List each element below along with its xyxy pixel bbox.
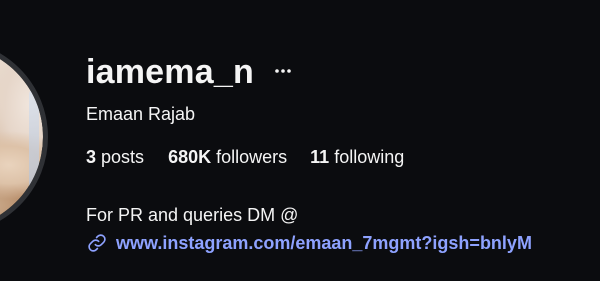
more-horizontal-icon <box>275 69 291 73</box>
profile-full-name: Emaan Rajab <box>86 104 196 124</box>
posts-count[interactable]: 3 posts <box>86 145 144 169</box>
more-options-button[interactable] <box>270 58 296 84</box>
link-icon <box>86 232 108 254</box>
profile-avatar[interactable] <box>0 40 48 234</box>
following-count[interactable]: 11 following <box>310 145 404 169</box>
following-count-value: 11 <box>310 147 330 167</box>
followers-count[interactable]: 680K followers <box>168 145 287 169</box>
profile-stats: 3 posts 680K followers 11 following <box>86 145 404 169</box>
bio-link-text[interactable]: www.instagram.com/emaan_7mgmt?igsh=bnlyM <box>116 231 532 255</box>
posts-count-value: 3 <box>86 147 97 167</box>
bio-link[interactable]: www.instagram.com/emaan_7mgmt?igsh=bnlyM <box>86 231 532 255</box>
followers-label: followers <box>216 147 288 167</box>
following-label: following <box>334 147 405 167</box>
profile-bio: For PR and queries DM @ <box>86 205 299 225</box>
profile-username: iamema_n <box>86 53 254 91</box>
avatar-photo-detail <box>29 89 39 209</box>
profile-header: iamema_n Emaan Rajab 3 posts 680K follow… <box>0 0 600 281</box>
followers-count-value: 680K <box>168 147 212 167</box>
posts-label: posts <box>101 147 145 167</box>
